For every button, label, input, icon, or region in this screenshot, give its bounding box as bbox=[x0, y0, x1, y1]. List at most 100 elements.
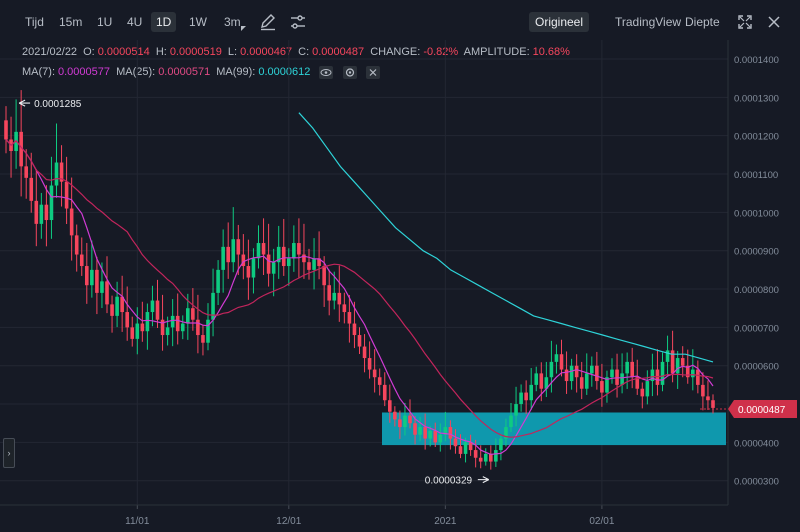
candle-body bbox=[180, 323, 185, 332]
candle-body bbox=[524, 392, 528, 401]
candle-body bbox=[79, 254, 84, 267]
candle-body bbox=[125, 312, 129, 328]
candle-body bbox=[226, 246, 230, 263]
candle-body bbox=[675, 358, 680, 374]
candle-body bbox=[297, 243, 301, 255]
candle-body bbox=[519, 392, 523, 405]
candle-body bbox=[196, 319, 200, 336]
candle-body bbox=[438, 434, 443, 443]
candle-body bbox=[549, 361, 554, 378]
candle-body bbox=[403, 415, 407, 428]
x-tick-label: 2021 bbox=[434, 516, 457, 527]
candle-body bbox=[287, 258, 291, 267]
candle-body bbox=[135, 323, 140, 339]
candle-body bbox=[382, 384, 387, 401]
candle-body bbox=[509, 415, 513, 428]
candle-body bbox=[539, 373, 544, 389]
candle-body bbox=[367, 358, 372, 370]
candle-body bbox=[564, 369, 569, 382]
chevron-right-icon[interactable]: › bbox=[3, 438, 15, 468]
candle-body bbox=[423, 427, 427, 439]
candle-body bbox=[433, 430, 438, 443]
candle-body bbox=[499, 438, 503, 451]
candle-body bbox=[201, 335, 205, 343]
candle-body bbox=[49, 185, 54, 221]
candle-body bbox=[691, 369, 695, 378]
candle-body bbox=[428, 430, 432, 439]
candle-body bbox=[342, 304, 347, 313]
price-chart[interactable]: 0.0001400 0.0001300 0.0001200 0.0001100 0.00… bbox=[0, 0, 800, 532]
candle-body bbox=[448, 427, 453, 439]
candle-body bbox=[74, 235, 79, 255]
candle-body bbox=[69, 208, 74, 236]
candle-body bbox=[231, 239, 236, 263]
candle-body bbox=[216, 269, 220, 293]
candle-body bbox=[44, 204, 49, 221]
candle-body bbox=[645, 381, 650, 397]
candle-body bbox=[347, 312, 352, 324]
candle-body bbox=[680, 358, 685, 366]
candle-body bbox=[175, 315, 180, 332]
candle-body bbox=[660, 361, 665, 385]
candle-body bbox=[468, 442, 473, 451]
candle-body bbox=[206, 319, 210, 343]
candle-body bbox=[337, 292, 342, 305]
candle-body bbox=[620, 373, 624, 385]
candle-body bbox=[408, 415, 412, 424]
candle-body bbox=[514, 404, 518, 416]
candle-body bbox=[569, 365, 574, 382]
candle-body bbox=[595, 365, 599, 382]
y-tick-label: 0.0001200 bbox=[734, 132, 779, 143]
candle-body bbox=[39, 204, 44, 224]
candle-body bbox=[494, 450, 498, 462]
y-tick-label: 0.0000900 bbox=[734, 247, 779, 258]
candle-body bbox=[4, 120, 8, 140]
candle-body bbox=[362, 346, 367, 359]
candle-body bbox=[140, 323, 145, 332]
candle-body bbox=[266, 254, 271, 274]
candle-body bbox=[559, 354, 564, 370]
candle-body bbox=[105, 281, 109, 305]
ma99-line bbox=[298, 112, 714, 363]
candle-body bbox=[130, 327, 135, 339]
y-tick-label: 0.0000800 bbox=[734, 285, 779, 296]
candle-body bbox=[54, 162, 59, 186]
high-marker-label: 0.0001285 bbox=[34, 99, 82, 110]
candle-body bbox=[579, 377, 584, 389]
y-tick-label: 0.0001000 bbox=[734, 208, 779, 219]
candle-body bbox=[115, 296, 119, 316]
candle-body bbox=[150, 300, 155, 313]
candle-body bbox=[418, 427, 422, 435]
candle-body bbox=[357, 335, 362, 347]
candle-body bbox=[473, 450, 478, 458]
low-marker-label: 0.0000329 bbox=[425, 476, 473, 487]
candle-body bbox=[534, 373, 539, 385]
candle-body bbox=[307, 262, 311, 270]
candle-body bbox=[165, 327, 170, 336]
candle-body bbox=[388, 400, 392, 412]
candle-body bbox=[236, 239, 241, 255]
candle-body bbox=[100, 281, 104, 293]
candle-body bbox=[590, 365, 594, 374]
candle-body bbox=[483, 453, 488, 462]
candle-body bbox=[85, 266, 89, 286]
candle-body bbox=[640, 388, 645, 397]
candle-body bbox=[529, 384, 533, 401]
candle-body bbox=[256, 243, 261, 259]
candle-body bbox=[711, 400, 715, 408]
candle-body bbox=[322, 266, 326, 286]
x-tick-label: 11/01 bbox=[125, 516, 150, 527]
candle-body bbox=[463, 442, 468, 454]
y-tick-label: 0.0001300 bbox=[734, 93, 779, 104]
candle-body bbox=[393, 411, 397, 420]
candle-body bbox=[251, 258, 256, 278]
candle-body bbox=[458, 446, 463, 454]
candle-body bbox=[600, 381, 604, 393]
candle-body bbox=[34, 200, 39, 224]
x-tick-label: 12/01 bbox=[276, 516, 301, 527]
candle-body bbox=[29, 177, 34, 201]
candle-body bbox=[110, 304, 114, 316]
candle-body bbox=[145, 312, 150, 332]
candle-body bbox=[186, 308, 190, 324]
candle-body bbox=[246, 266, 251, 278]
